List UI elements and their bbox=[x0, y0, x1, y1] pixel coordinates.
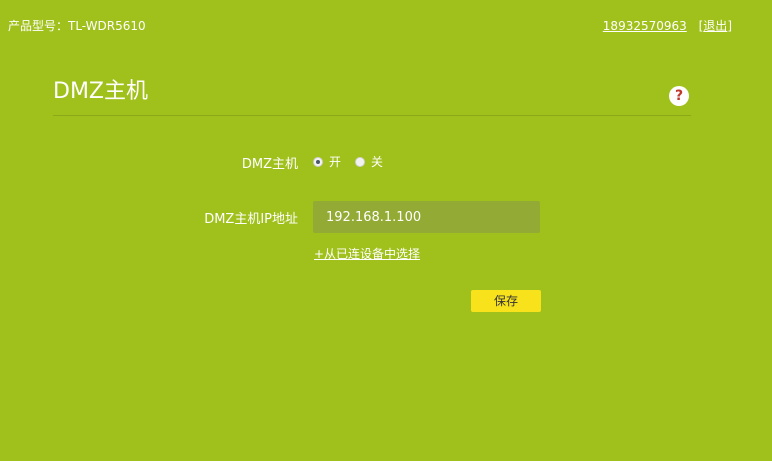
account-link[interactable]: 18932570963 bbox=[603, 19, 687, 33]
dmz-on-option[interactable]: 开 bbox=[313, 153, 341, 170]
logout-link[interactable]: [退出] bbox=[699, 19, 732, 33]
dmz-on-radio[interactable] bbox=[313, 156, 323, 167]
dmz-off-label: 关 bbox=[371, 155, 384, 169]
page-title: DMZ主机 bbox=[53, 79, 148, 104]
product-model-label: 产品型号：TL-WDR5610 bbox=[8, 19, 146, 33]
user-area: 18932570963 [退出] bbox=[603, 17, 732, 34]
dmz-ip-label: DMZ主机IP地址 bbox=[204, 212, 298, 227]
dmz-off-option[interactable]: 关 bbox=[355, 153, 383, 170]
dmz-ip-input[interactable] bbox=[313, 201, 540, 233]
dmz-on-label: 开 bbox=[329, 155, 342, 169]
dmz-off-radio[interactable] bbox=[355, 156, 366, 167]
title-divider bbox=[53, 115, 691, 116]
save-button[interactable]: 保存 bbox=[471, 290, 541, 312]
dmz-radio-group: 开 关 bbox=[313, 153, 397, 170]
logout-bracket-close: ] bbox=[727, 19, 732, 33]
select-connected-device-link[interactable]: +从已连设备中选择 bbox=[314, 245, 420, 262]
dmz-label: DMZ主机 bbox=[241, 157, 298, 172]
help-icon[interactable]: ? bbox=[669, 86, 689, 106]
logout-text: 退出 bbox=[703, 19, 728, 33]
